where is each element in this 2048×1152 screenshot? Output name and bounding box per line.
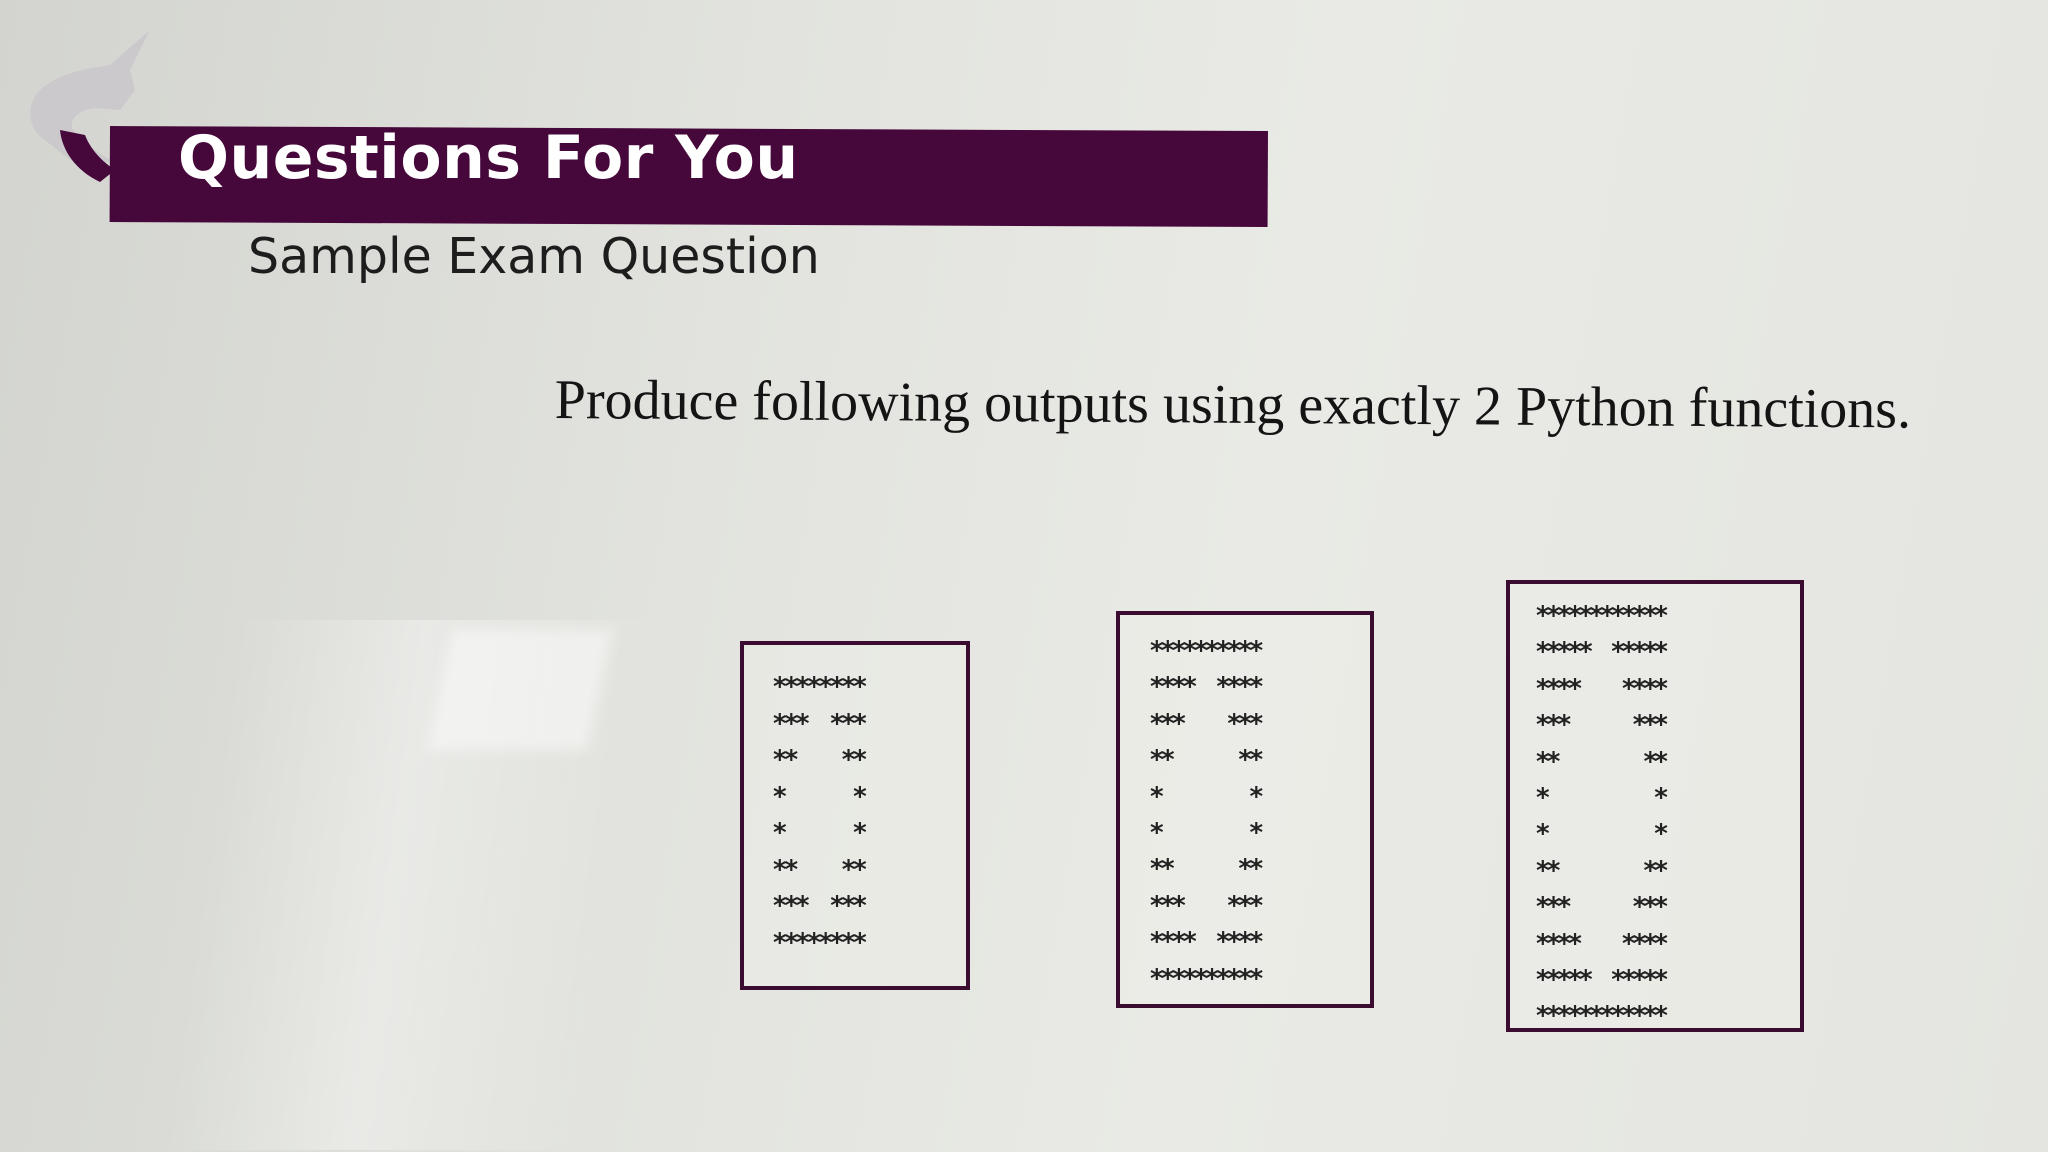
- screen-glare: [427, 630, 613, 750]
- slide: Questions For You Sample Exam Question P…: [0, 0, 2048, 1152]
- screen-glare: [162, 620, 658, 1150]
- pattern-output: ************ ***** ***** **** **** *** *…: [1535, 601, 1669, 1032]
- slide-subtitle: Sample Exam Question: [248, 228, 820, 285]
- question-prompt: Produce following outputs using exactly …: [554, 369, 1912, 441]
- pattern-box-small: ******** *** *** ** ** * * * * ** ** ***…: [740, 641, 970, 990]
- pattern-box-large: ************ ***** ***** **** **** *** *…: [1506, 580, 1804, 1032]
- slide-title: Questions For You: [178, 123, 799, 193]
- pattern-output: ********** **** **** *** *** ** ** * * *…: [1149, 636, 1264, 994]
- pattern-output: ******** *** *** ** ** * * * * ** ** ***…: [772, 672, 868, 958]
- pattern-box-medium: ********** **** **** *** *** ** ** * * *…: [1116, 611, 1374, 1008]
